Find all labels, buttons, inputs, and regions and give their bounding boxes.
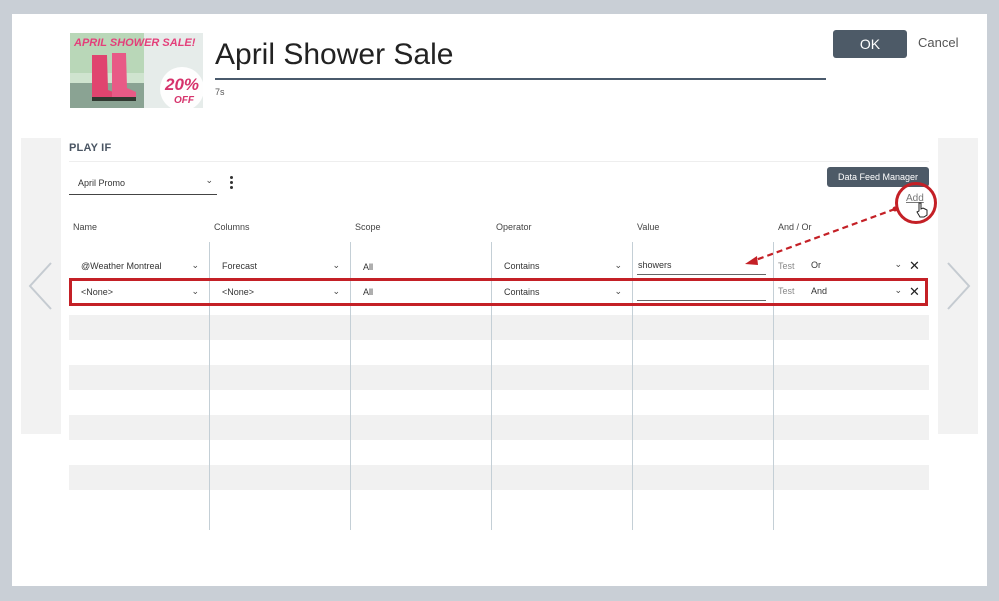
- column-header-value: Value: [637, 222, 660, 232]
- columns-select[interactable]: Forecast ⌄: [216, 255, 344, 276]
- column-header-scope: Scope: [355, 222, 381, 232]
- operator-select[interactable]: Contains ⌄: [498, 255, 626, 276]
- chevron-left-icon: [28, 262, 52, 310]
- empty-row: [69, 465, 929, 490]
- table-row: @Weather Montreal ⌄ Forecast ⌄ All Conta…: [69, 254, 929, 279]
- cancel-button[interactable]: Cancel: [918, 35, 958, 50]
- previous-nav[interactable]: [21, 138, 61, 434]
- ad-thumbnail: APRIL SHOWER SALE! 20% OFF: [70, 33, 203, 108]
- thumbnail-headline: APRIL SHOWER SALE!: [73, 37, 196, 49]
- hand-cursor-icon: [916, 202, 928, 218]
- chevron-down-icon: ⌄: [614, 260, 622, 270]
- andor-select-value: Or: [811, 260, 821, 270]
- title-underline: [215, 78, 826, 80]
- test-link[interactable]: Test: [778, 261, 795, 271]
- campaign-select[interactable]: April Promo ⌄: [69, 174, 217, 195]
- play-if-panel: PLAY IF April Promo ⌄ Data Feed Manager …: [69, 138, 938, 530]
- chevron-down-icon: ⌄: [332, 260, 340, 270]
- column-header-andor: And / Or: [778, 222, 812, 232]
- rule-dialog: APRIL SHOWER SALE! 20% OFF April Shower …: [12, 14, 987, 586]
- title-area: April Shower Sale 7s: [215, 36, 826, 97]
- chevron-down-icon: ⌄: [205, 175, 213, 185]
- empty-row: [69, 365, 929, 390]
- campaign-select-value: April Promo: [78, 178, 126, 188]
- column-header-name: Name: [73, 222, 98, 232]
- page-title[interactable]: April Shower Sale: [215, 36, 826, 74]
- new-row-highlight-box: [69, 278, 928, 306]
- value-input[interactable]: showers: [637, 255, 766, 275]
- scope-value[interactable]: All: [363, 262, 373, 272]
- column-header-operator: Operator: [496, 222, 532, 232]
- empty-row: [69, 415, 929, 440]
- thumbnail-discount: 20%: [164, 75, 199, 94]
- andor-select[interactable]: Or ⌄: [802, 254, 906, 275]
- operator-select-value: Contains: [504, 261, 540, 271]
- more-options-icon[interactable]: [226, 175, 236, 191]
- chevron-down-icon: ⌄: [191, 260, 199, 270]
- chevron-right-icon: [947, 262, 971, 310]
- section-divider: [69, 161, 929, 162]
- chevron-down-icon: ⌄: [894, 259, 902, 269]
- duration-label: 7s: [215, 87, 225, 97]
- columns-select-value: Forecast: [222, 261, 258, 271]
- empty-row: [69, 315, 929, 340]
- column-header-columns: Columns: [214, 222, 250, 232]
- next-nav[interactable]: [938, 138, 978, 434]
- name-select-value: @Weather Montreal: [81, 261, 162, 271]
- ok-button[interactable]: OK: [833, 30, 907, 58]
- thumbnail-discount-sub: OFF: [174, 95, 195, 106]
- play-if-label: PLAY IF: [69, 142, 112, 154]
- remove-row-icon[interactable]: ✕: [909, 259, 920, 272]
- name-select[interactable]: @Weather Montreal ⌄: [75, 255, 203, 276]
